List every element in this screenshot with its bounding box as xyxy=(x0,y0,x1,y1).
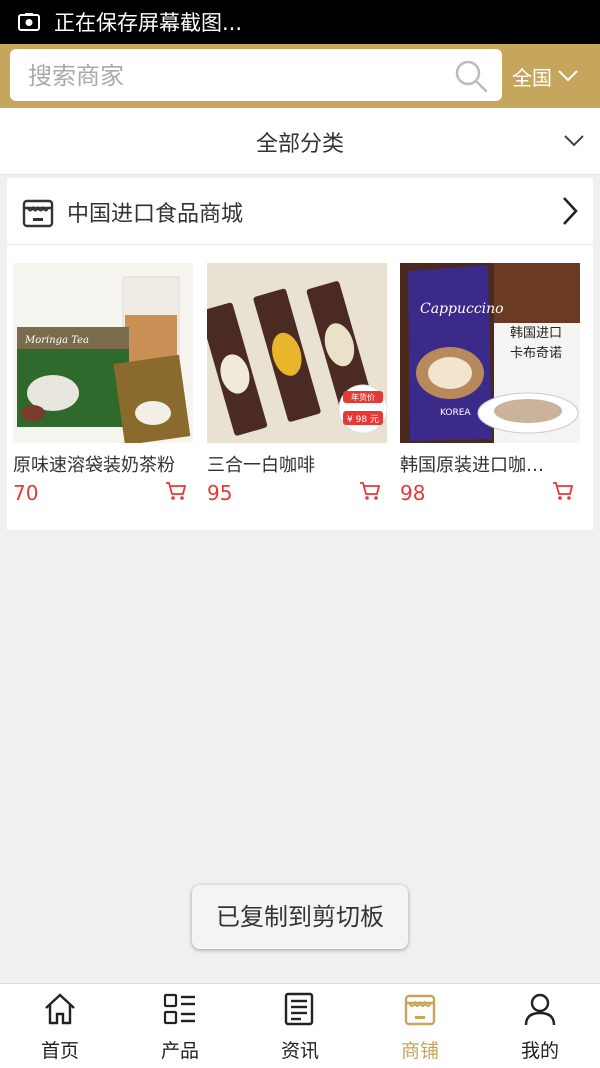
region-selector[interactable]: 全国 xyxy=(512,54,600,98)
search-input[interactable] xyxy=(26,57,450,95)
product-item[interactable]: Moringa Tea 原味速溶袋装奶茶粉 70 xyxy=(13,263,193,505)
tab-label: 商铺 xyxy=(400,1040,439,1062)
white-coffee-image: 年货价 ¥ 98 元 xyxy=(207,263,387,443)
product-item[interactable]: Cappuccino KOREA 韩国进口 卡布奇诺 韩国原装进口咖… 98 xyxy=(400,263,580,505)
chevron-down-icon xyxy=(558,70,578,82)
region-label: 全国 xyxy=(512,65,552,90)
image-text: Moringa Tea xyxy=(24,335,89,346)
tab-label: 首页 xyxy=(40,1040,79,1062)
chevron-right-icon xyxy=(563,197,578,225)
home-icon xyxy=(45,993,75,1025)
store-card: 中国进口食品商城 Moringa Tea 原味速溶袋装奶茶粉 70 年货价 ¥ … xyxy=(7,178,593,530)
product-name[interactable]: 三合一白咖啡 xyxy=(207,451,387,477)
image-caption: 卡布奇诺 xyxy=(510,345,562,361)
shop-icon xyxy=(22,199,54,228)
image-korea: KOREA xyxy=(440,408,471,418)
cart-icon[interactable] xyxy=(552,481,574,501)
category-label: 全部分类 xyxy=(255,132,344,157)
chevron-down-icon xyxy=(564,135,584,147)
bottom-tab-bar: 首页 产品 资讯 商铺 我的 xyxy=(0,983,600,1068)
search-box[interactable] xyxy=(10,49,502,101)
store-header[interactable]: 中国进口食品商城 xyxy=(7,178,593,245)
product-image[interactable]: Cappuccino KOREA 韩国进口 卡布奇诺 xyxy=(400,263,580,443)
toast-message: 已复制到剪切板 xyxy=(192,885,408,949)
search-icon[interactable] xyxy=(454,59,488,93)
status-bar: 正在保存屏幕截图... xyxy=(0,0,600,44)
screenshot-icon xyxy=(18,13,40,31)
badge-text: 年货价 xyxy=(351,392,375,402)
product-image[interactable]: 年货价 ¥ 98 元 xyxy=(207,263,387,443)
image-brand: Cappuccino xyxy=(420,301,504,317)
product-name[interactable]: 韩国原装进口咖… xyxy=(400,451,580,477)
shop-icon xyxy=(404,994,436,1026)
product-name[interactable]: 原味速溶袋装奶茶粉 xyxy=(13,451,193,477)
tab-news[interactable]: 资讯 xyxy=(240,984,360,1068)
search-header: 全国 xyxy=(0,44,600,108)
milk-tea-image: Moringa Tea xyxy=(13,263,193,443)
cart-icon[interactable] xyxy=(359,481,381,501)
tab-label: 产品 xyxy=(160,1040,199,1062)
product-image[interactable]: Moringa Tea xyxy=(13,263,193,443)
status-message: 正在保存屏幕截图... xyxy=(54,11,243,35)
cart-icon[interactable] xyxy=(165,481,187,501)
category-filter[interactable]: 全部分类 xyxy=(0,108,600,175)
tab-label: 我的 xyxy=(520,1040,559,1062)
tab-home[interactable]: 首页 xyxy=(0,984,120,1068)
product-item[interactable]: 年货价 ¥ 98 元 三合一白咖啡 95 xyxy=(207,263,387,505)
cappuccino-image: Cappuccino KOREA 韩国进口 卡布奇诺 xyxy=(400,263,580,443)
image-caption: 韩国进口 xyxy=(510,326,562,341)
tab-shops[interactable]: 商铺 xyxy=(360,984,480,1068)
grid-list-icon xyxy=(163,993,195,1025)
store-name: 中国进口食品商城 xyxy=(67,202,244,227)
tab-profile[interactable]: 我的 xyxy=(480,984,600,1068)
tab-products[interactable]: 产品 xyxy=(120,984,240,1068)
badge-price: ¥ 98 元 xyxy=(347,415,379,425)
tab-label: 资讯 xyxy=(280,1040,319,1062)
news-icon xyxy=(284,992,314,1026)
user-icon xyxy=(524,993,556,1026)
